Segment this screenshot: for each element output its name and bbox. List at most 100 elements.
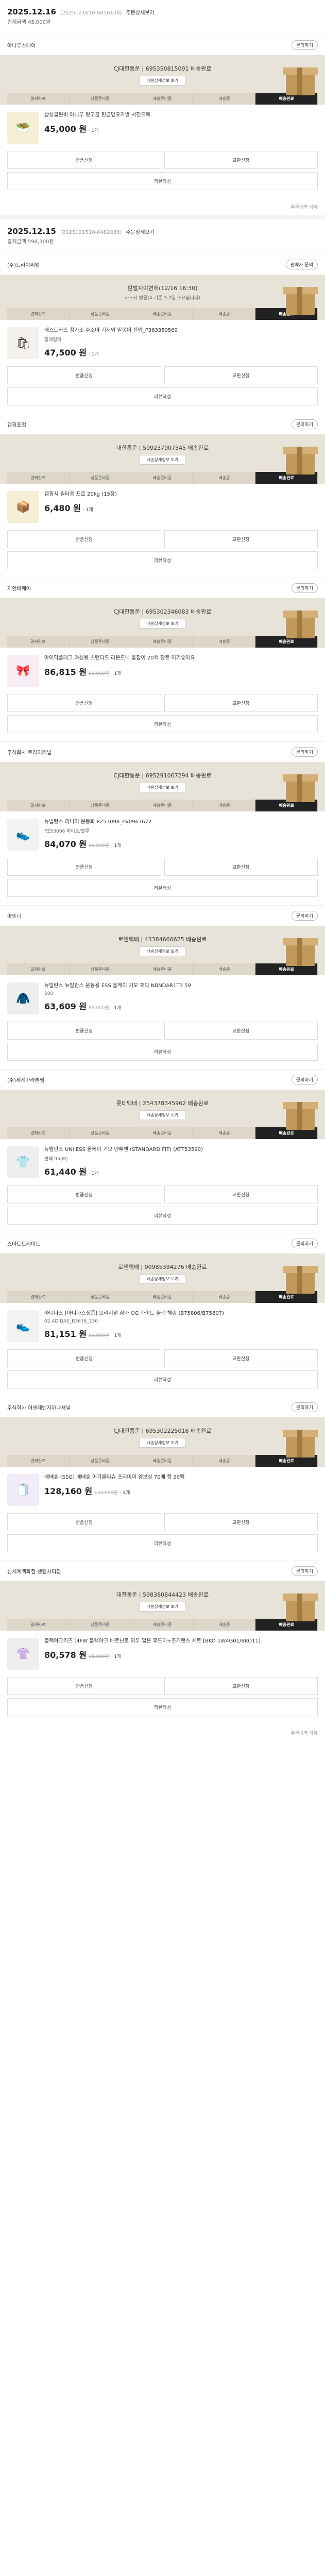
return-button[interactable]: 반품신청 <box>7 1349 161 1367</box>
product-name[interactable]: 뉴발란스 뉴발란스 운동용 ESS 올케이 기모 후디 NBNDAR1T3 59 <box>44 982 318 990</box>
contact-seller-button[interactable]: 판매자 문의 <box>285 260 318 269</box>
delete-order-link[interactable]: 주문내역 삭제 <box>0 198 325 215</box>
product-thumbnail[interactable]: 🛍 <box>7 327 39 359</box>
delete-order-link[interactable]: 주문내역 삭제 <box>0 1724 325 1741</box>
shop-name[interactable]: 스마트트레이드 <box>7 1240 40 1247</box>
tracking-detail-button[interactable]: 배송상세정보 보기 <box>139 1274 186 1284</box>
return-button[interactable]: 반품신청 <box>7 366 161 384</box>
exchange-button[interactable]: 교환신청 <box>164 1022 318 1040</box>
tracking-detail-button[interactable]: 배송상세정보 보기 <box>139 1438 186 1448</box>
exchange-button[interactable]: 교환신청 <box>164 694 318 712</box>
product-thumbnail[interactable]: 👕 <box>7 1146 39 1178</box>
product-name[interactable]: 베스트카즈 청가조 수조마 기저와 밀봉어 진입_P363350569 <box>44 327 318 334</box>
return-button[interactable]: 반품신청 <box>7 151 161 169</box>
product-name[interactable]: 캠핑시 필터용 프로 20kg (15장) <box>44 491 318 498</box>
tracking-detail-button[interactable]: 배송상세정보 보기 <box>139 619 186 629</box>
shop-name[interactable]: (주)세계마라톤엠 <box>7 1076 44 1083</box>
order-item[interactable]: 👟 아디다스 [아디다스정품] 오리지널 삼바 OG 화이트 블랙 헤링 (B7… <box>0 1303 325 1349</box>
contact-seller-button[interactable]: 문의하기 <box>291 1402 318 1412</box>
tracking-detail-button[interactable]: 배송상세정보 보기 <box>139 783 186 792</box>
tracking-detail-button[interactable]: 배송상세정보 보기 <box>139 946 186 956</box>
product-thumbnail[interactable]: 🎀 <box>7 655 39 687</box>
review-button[interactable]: 리뷰작성 <box>7 1370 318 1388</box>
tracking-detail-button[interactable]: 배송상세정보 보기 <box>139 1110 186 1120</box>
step-shipping: 배송중 <box>193 93 256 105</box>
shop-name[interactable]: 마뜨니 <box>7 912 22 920</box>
product-name[interactable]: 뉴발란스 UNI ESS 올케이 기모 맨투맨 (STANDARD FIT) (… <box>44 1146 318 1154</box>
exchange-button[interactable]: 교환신청 <box>164 366 318 384</box>
item-actions: 반품신청 교환신청 리뷰작성 <box>0 366 325 414</box>
carrier-status: 로젠택배 | 90985394276 배송완료 <box>118 1264 207 1270</box>
contact-seller-button[interactable]: 문의하기 <box>291 583 318 593</box>
shop-name[interactable]: 아니루스테이 <box>7 41 36 49</box>
return-button[interactable]: 반품신청 <box>7 694 161 712</box>
return-button[interactable]: 반품신청 <box>7 1185 161 1204</box>
contact-seller-button[interactable]: 문의하기 <box>291 419 318 429</box>
return-button[interactable]: 반품신청 <box>7 530 161 548</box>
order-item[interactable]: 🧻 베베숲 (SSG) 베베숲 어기물티슈 프리미어 엠보싱 70매 캡 20팩… <box>0 1467 325 1513</box>
return-button[interactable]: 반품신청 <box>7 1677 161 1695</box>
delivery-tracker: 롯데택배 | 254378345962 배송완료 배송상세정보 보기 결제완료 … <box>0 1090 325 1139</box>
contact-seller-button[interactable]: 문의하기 <box>291 911 318 921</box>
order-item[interactable]: 👚 블랙야크키즈 [4FW 블랙야크 베르닌로 외투 얼은 후드티+조거팬츠 세… <box>0 1631 325 1677</box>
product-name[interactable]: 뉴발란스 리니어 운동화 PZ53098_FV0967672 <box>44 819 318 826</box>
review-button[interactable]: 리뷰작성 <box>7 172 318 190</box>
order-item[interactable]: 📦 캠핑시 필터용 프로 20kg (15장) 6,480 원 · 1개 <box>0 484 325 530</box>
contact-seller-button[interactable]: 문의하기 <box>291 1239 318 1248</box>
review-button[interactable]: 리뷰작성 <box>7 387 318 405</box>
product-thumbnail[interactable]: 👟 <box>7 819 39 851</box>
product-thumbnail[interactable]: 🥗 <box>7 112 39 144</box>
review-button[interactable]: 리뷰작성 <box>7 1043 318 1061</box>
shop-name[interactable]: 주식회사 어센레벤지아나셔널 <box>7 1403 71 1411</box>
order-item[interactable]: 🛍 베스트카즈 청가조 수조마 기저와 밀봉어 진입_P363350569 헝레… <box>0 320 325 366</box>
step-ready: 배송준비중 <box>131 1455 194 1467</box>
product-name[interactable]: 아디다스 [아디다스정품] 오리지널 삼바 OG 화이트 블랙 헤링 (B758… <box>44 1310 318 1317</box>
product-thumbnail[interactable]: 📦 <box>7 491 39 523</box>
review-button[interactable]: 리뷰작성 <box>7 1207 318 1225</box>
product-name[interactable]: 블랙야크키즈 [4FW 블랙야크 베르닌로 외투 얼은 후드티+조거팬츠 세트 … <box>44 1638 318 1645</box>
exchange-button[interactable]: 교환신청 <box>164 151 318 169</box>
shop-name[interactable]: 주식회사 트라이커널 <box>7 748 52 756</box>
shop-name[interactable]: (주)트라이씨엘 <box>7 261 40 268</box>
exchange-button[interactable]: 교환신청 <box>164 530 318 548</box>
order-item[interactable]: 🧥 뉴발란스 뉴발란스 운동용 ESS 올케이 기모 후디 NBNDAR1T3 … <box>0 975 325 1022</box>
product-thumbnail[interactable]: 👚 <box>7 1638 39 1670</box>
review-button[interactable]: 리뷰작성 <box>7 715 318 733</box>
order-detail-link[interactable]: 주문상세보기 <box>126 228 154 235</box>
return-button[interactable]: 반품신청 <box>7 1513 161 1531</box>
product-thumbnail[interactable]: 🧻 <box>7 1474 39 1506</box>
exchange-button[interactable]: 교환신청 <box>164 1185 318 1204</box>
exchange-button[interactable]: 교환신청 <box>164 1513 318 1531</box>
review-button[interactable]: 리뷰작성 <box>7 551 318 569</box>
review-button[interactable]: 리뷰작성 <box>7 1534 318 1552</box>
product-name[interactable]: 베베숲 (SSG) 베베숲 어기물티슈 프리미어 엠보싱 70매 캡 20팩 <box>44 1474 318 1481</box>
order-item[interactable]: 🥗 삼성클린비 아니루 왕고꿈 헌금덮요가방 서진드북 45,000 원 · 1… <box>0 105 325 151</box>
order-detail-link[interactable]: 주문상세보기 <box>126 8 154 16</box>
contact-seller-button[interactable]: 문의하기 <box>291 747 318 757</box>
review-button[interactable]: 리뷰작성 <box>7 1698 318 1716</box>
product-name[interactable]: 아이닥플래그 여성용 스탠다드 라운드넥 올잡이 20색 장폰 이기좋아요 <box>44 655 318 662</box>
exchange-button[interactable]: 교환신청 <box>164 1677 318 1695</box>
shop-card: (주)트라이씨엘 판매자 문의 핀벌지이면허(12/16 16:30) 카드사 … <box>0 254 325 414</box>
shop-name[interactable]: 캠핑포럼 <box>7 420 26 428</box>
tracking-detail-button[interactable]: 배송상세정보 보기 <box>139 76 186 86</box>
contact-seller-button[interactable]: 문의하기 <box>291 40 318 50</box>
return-button[interactable]: 반품신청 <box>7 1022 161 1040</box>
product-thumbnail[interactable]: 🧥 <box>7 982 39 1014</box>
return-button[interactable]: 반품신청 <box>7 858 161 876</box>
order-item[interactable]: 🎀 아이닥플래그 여성용 스탠다드 라운드넥 올잡이 20색 장폰 이기좋아요 … <box>0 648 325 694</box>
product-name[interactable]: 삼성클린비 아니루 왕고꿈 헌금덮요가방 서진드북 <box>44 112 318 119</box>
tracking-detail-button[interactable]: 배송상세정보 보기 <box>139 455 186 465</box>
shop-name[interactable]: 지엔비웨어 <box>7 584 31 592</box>
contact-seller-button[interactable]: 문의하기 <box>291 1566 318 1576</box>
product-list-price: 95,000원 <box>89 1654 109 1659</box>
review-button[interactable]: 리뷰작성 <box>7 879 318 897</box>
exchange-button[interactable]: 교환신청 <box>164 1349 318 1367</box>
exchange-button[interactable]: 교환신청 <box>164 858 318 876</box>
product-thumbnail[interactable]: 👟 <box>7 1310 39 1342</box>
shop-name[interactable]: 신세계백화점 센텀시티점 <box>7 1567 61 1575</box>
order-item[interactable]: 👟 뉴발란스 리니어 운동화 PZ53098_FV0967672 PZ53098… <box>0 811 325 858</box>
tracking-detail-button[interactable]: 배송상세정보 보기 <box>139 1602 186 1612</box>
order-item[interactable]: 👕 뉴발란스 UNI ESS 올케이 기모 맨투맨 (STANDARD FIT)… <box>0 1139 325 1185</box>
contact-seller-button[interactable]: 문의하기 <box>291 1075 318 1084</box>
